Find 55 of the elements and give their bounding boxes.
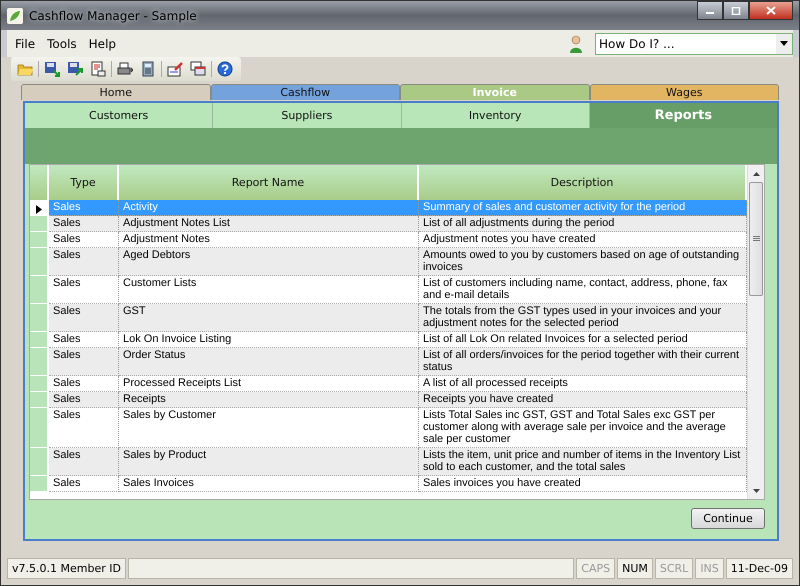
- column-header[interactable]: Description: [419, 165, 747, 200]
- status-text: NUM: [617, 558, 653, 579]
- table-row[interactable]: Sales Aged Debtors Amounts owed to you by customers based on age of outstanding invoices: [30, 248, 747, 276]
- windows-icon[interactable]: [190, 61, 206, 77]
- table-cell: Sales Invoices: [119, 476, 419, 492]
- table-row[interactable]: Sales GST The totals from the GST types used in your invoices and your adjustment notes for the selected period: [30, 304, 747, 332]
- table-row[interactable]: Sales Adjustment Notes Adjustment notes you have created: [30, 232, 747, 248]
- column-header[interactable]: Type: [49, 165, 119, 200]
- status-text: 11-Dec-09: [726, 558, 793, 579]
- table-row[interactable]: Sales Order Status List of all orders/invoices for the period together with their current status: [30, 348, 747, 376]
- status-text: SCRL: [654, 558, 694, 579]
- maximize-button[interactable]: [723, 1, 749, 20]
- close-button[interactable]: [749, 1, 793, 20]
- person-icon: [569, 34, 583, 52]
- column-header[interactable]: Report Name: [119, 165, 419, 200]
- row-header[interactable]: [30, 200, 49, 216]
- tab[interactable]: Wages: [590, 84, 779, 100]
- table-cell: Sales: [49, 476, 119, 492]
- table-row[interactable]: Sales Sales by Customer Lists Total Sales inc GST, GST and Total Sales exc GST per customer along with average sale per invoice and the average sale per customer: [30, 408, 747, 448]
- save-icon[interactable]: [67, 61, 83, 77]
- status-text: CAPS: [576, 558, 616, 579]
- table-row[interactable]: Sales Sales by Product Lists the item, unit price and number of items in the Inventory List sold to each customer, and the total sales: [30, 448, 747, 476]
- continue-button[interactable]: Continue: [691, 508, 765, 529]
- close-icon: [766, 6, 776, 15]
- document-icon[interactable]: [90, 61, 106, 77]
- table-row[interactable]: Sales Adjustment Notes List List of all adjustments during the period: [30, 216, 747, 232]
- leaf-icon: [7, 8, 23, 24]
- tab[interactable]: Cashflow: [210, 84, 400, 100]
- table-row[interactable]: Sales Receipts Receipts you have created: [30, 392, 747, 408]
- table-row[interactable]: Sales Customer Lists List of customers including name, contact, address, phone, fax and e-mail details: [30, 276, 747, 304]
- table-row[interactable]: Sales Lok On Invoice Listing List of all Lok On related Invoices for a selected period: [30, 332, 747, 348]
- menu-item[interactable]: Help: [88, 36, 116, 50]
- tab[interactable]: Home: [21, 84, 210, 100]
- menu-item[interactable]: Tools: [47, 36, 77, 50]
- printer-icon[interactable]: [117, 61, 133, 77]
- menu-item[interactable]: File: [15, 36, 36, 50]
- pencil-icon[interactable]: [167, 61, 183, 77]
- status-text: INS: [695, 558, 724, 579]
- table-row[interactable]: Sales Sales Invoices Sales invoices you have created: [30, 476, 747, 492]
- caret-icon: [780, 41, 788, 46]
- table-row[interactable]: Sales Processed Receipts List A list of all processed receipts: [30, 376, 747, 392]
- scroll-up-icon[interactable]: [752, 172, 760, 176]
- scrollbar[interactable]: [747, 165, 764, 499]
- maximize-icon: [731, 6, 741, 14]
- help-icon[interactable]: [217, 61, 233, 77]
- help-dropdown[interactable]: How Do I? ...: [595, 32, 793, 54]
- window-title: Cashflow Manager - Sample: [29, 8, 197, 22]
- minimize-button[interactable]: [697, 1, 723, 20]
- table-cell: Sales invoices you have created: [419, 476, 747, 492]
- scroll-down-icon[interactable]: [752, 488, 760, 492]
- status-text: v7.5.0.1 Member ID: [7, 558, 126, 579]
- calculator-icon[interactable]: [140, 61, 156, 77]
- save-icon[interactable]: [44, 61, 60, 77]
- grip-icon: [752, 236, 760, 242]
- current-row-icon: [36, 205, 42, 214]
